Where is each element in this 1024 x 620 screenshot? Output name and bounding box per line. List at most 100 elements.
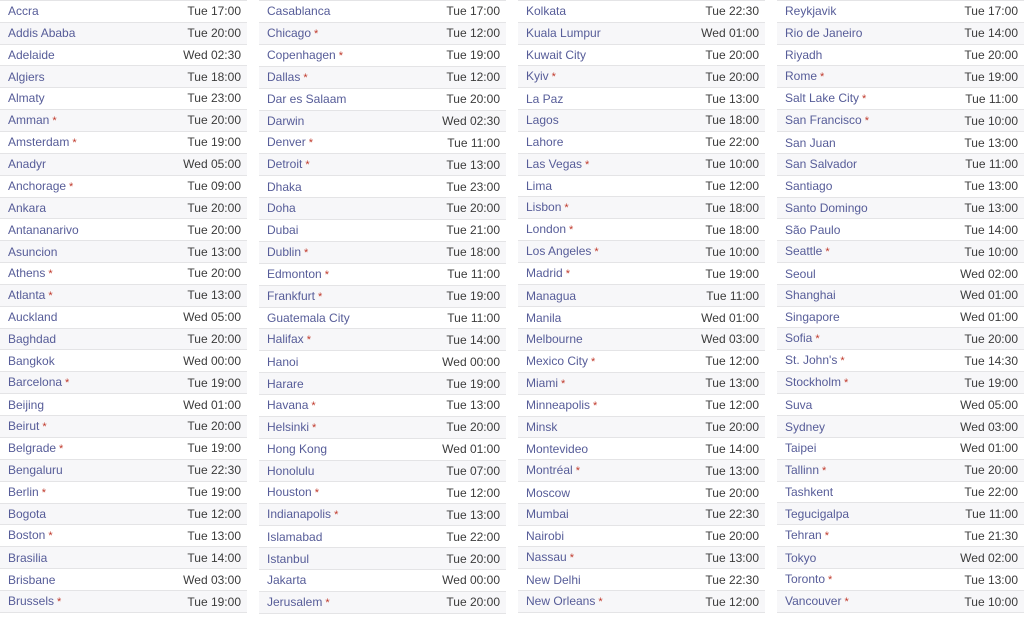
table-row[interactable]: Barcelona * Tue 19:00 (0, 371, 247, 395)
city-name-link[interactable]: Brasilia (8, 551, 47, 565)
city-cell[interactable]: Minsk (518, 415, 642, 439)
table-row[interactable]: Antananarivo Tue 20:00 (0, 218, 247, 242)
city-name-link[interactable]: Shanghai (785, 288, 836, 302)
city-cell[interactable]: Asuncion (0, 240, 124, 263)
city-cell[interactable]: Doha (259, 197, 383, 220)
city-name-link[interactable]: Sofia (785, 331, 812, 345)
city-name-link[interactable]: Tehran (785, 528, 822, 542)
table-row[interactable]: Guatemala City Tue 11:00 (259, 306, 506, 330)
city-cell[interactable]: Amsterdam * (0, 130, 124, 154)
city-cell[interactable]: Chicago * (259, 21, 383, 45)
city-cell[interactable]: Baghdad (0, 327, 124, 351)
city-name-link[interactable]: Asuncion (8, 245, 57, 259)
table-row[interactable]: Mumbai Tue 22:30 (518, 502, 765, 526)
table-row[interactable]: Melbourne Wed 03:00 (518, 327, 765, 351)
table-row[interactable]: San Francisco * Tue 10:00 (777, 109, 1024, 133)
table-row[interactable]: Tallinn * Tue 20:00 (777, 458, 1024, 482)
table-row[interactable]: Indianapolis * Tue 13:00 (259, 503, 506, 527)
city-cell[interactable]: Adelaide (0, 43, 124, 67)
table-row[interactable]: Bogota Tue 12:00 (0, 502, 247, 526)
table-row[interactable]: Halifax * Tue 14:00 (259, 328, 506, 352)
city-cell[interactable]: Havana * (259, 393, 383, 417)
city-cell[interactable]: Copenhagen * (259, 43, 383, 67)
city-name-link[interactable]: Beirut (8, 419, 39, 433)
city-cell[interactable]: Istanbul (259, 547, 383, 570)
table-row[interactable]: San Juan Tue 13:00 (777, 131, 1024, 155)
city-cell[interactable]: Lisbon * (518, 196, 642, 220)
city-cell[interactable]: Anchorage * (0, 174, 124, 198)
city-cell[interactable]: Manila (518, 306, 642, 329)
city-cell[interactable]: Taipei (777, 436, 901, 460)
city-name-link[interactable]: Jakarta (267, 573, 306, 587)
table-row[interactable]: Helsinki * Tue 20:00 (259, 415, 506, 439)
city-cell[interactable]: New Delhi (518, 568, 642, 592)
city-cell[interactable]: Shanghai (777, 283, 901, 307)
city-name-link[interactable]: Reykjavik (785, 4, 836, 18)
table-row[interactable]: Sofia * Tue 20:00 (777, 327, 1024, 351)
city-cell[interactable]: Berlin * (0, 480, 124, 504)
city-cell[interactable]: Almaty (0, 87, 124, 110)
city-cell[interactable]: Kolkata (518, 0, 642, 23)
city-cell[interactable]: Tallinn * (777, 458, 901, 482)
table-row[interactable]: Beirut * Tue 20:00 (0, 414, 247, 438)
city-name-link[interactable]: Tegucigalpa (785, 507, 849, 521)
table-row[interactable]: Madrid * Tue 19:00 (518, 262, 765, 286)
table-row[interactable]: Amsterdam * Tue 19:00 (0, 130, 247, 154)
city-name-link[interactable]: Moscow (526, 486, 570, 500)
city-cell[interactable]: San Francisco * (777, 109, 901, 133)
city-name-link[interactable]: Madrid (526, 266, 563, 280)
city-cell[interactable]: San Salvador (777, 153, 901, 176)
table-row[interactable]: Chicago * Tue 12:00 (259, 21, 506, 45)
city-name-link[interactable]: Kolkata (526, 4, 566, 18)
table-row[interactable]: Lima Tue 12:00 (518, 174, 765, 198)
table-row[interactable]: Asuncion Tue 13:00 (0, 240, 247, 263)
table-row[interactable]: Santiago Tue 13:00 (777, 174, 1024, 198)
city-name-link[interactable]: Bengaluru (8, 463, 63, 477)
city-cell[interactable]: Tehran * (777, 524, 901, 548)
city-cell[interactable]: Seattle * (777, 240, 901, 264)
city-cell[interactable]: Sofia * (777, 327, 901, 351)
table-row[interactable]: Moscow Tue 20:00 (518, 481, 765, 504)
table-row[interactable]: Honolulu Tue 07:00 (259, 459, 506, 483)
city-name-link[interactable]: Rome (785, 69, 817, 83)
table-row[interactable]: Manila Wed 01:00 (518, 306, 765, 329)
city-name-link[interactable]: Seoul (785, 267, 816, 281)
city-cell[interactable]: Houston * (259, 481, 383, 505)
table-row[interactable]: Tokyo Wed 02:00 (777, 546, 1024, 570)
table-row[interactable]: Nassau * Tue 13:00 (518, 546, 765, 570)
city-cell[interactable]: Brussels * (0, 590, 124, 614)
city-name-link[interactable]: Lahore (526, 135, 563, 149)
city-name-link[interactable]: Stockholm (785, 375, 841, 389)
table-row[interactable]: Stockholm * Tue 19:00 (777, 371, 1024, 395)
city-cell[interactable]: Bangkok (0, 349, 124, 373)
city-name-link[interactable]: Melbourne (526, 332, 583, 346)
city-cell[interactable]: Antananarivo (0, 218, 124, 242)
city-cell[interactable]: Los Angeles * (518, 240, 642, 264)
city-cell[interactable]: Kuala Lumpur (518, 21, 642, 45)
city-name-link[interactable]: Islamabad (267, 530, 322, 544)
table-row[interactable]: Kuala Lumpur Wed 01:00 (518, 21, 765, 45)
city-cell[interactable]: Mumbai (518, 502, 642, 526)
table-row[interactable]: Brisbane Wed 03:00 (0, 568, 247, 592)
table-row[interactable]: Denver * Tue 11:00 (259, 131, 506, 155)
table-row[interactable]: Copenhagen * Tue 19:00 (259, 43, 506, 67)
city-cell[interactable]: Helsinki * (259, 415, 383, 439)
table-row[interactable]: Los Angeles * Tue 10:00 (518, 240, 765, 264)
city-name-link[interactable]: Lima (526, 179, 552, 193)
city-name-link[interactable]: Rio de Janeiro (785, 26, 862, 40)
table-row[interactable]: Nairobi Tue 20:00 (518, 524, 765, 548)
table-row[interactable]: Minneapolis * Tue 12:00 (518, 393, 765, 417)
city-name-link[interactable]: Dhaka (267, 180, 302, 194)
city-cell[interactable]: Hanoi (259, 350, 383, 374)
city-name-link[interactable]: Darwin (267, 114, 304, 128)
table-row[interactable]: Addis Ababa Tue 20:00 (0, 21, 247, 45)
city-name-link[interactable]: San Salvador (785, 157, 857, 171)
city-name-link[interactable]: Istanbul (267, 552, 309, 566)
city-cell[interactable]: Ankara (0, 196, 124, 220)
city-cell[interactable]: Nassau * (518, 546, 642, 570)
city-name-link[interactable]: Berlin (8, 485, 39, 499)
city-cell[interactable]: São Paulo (777, 218, 901, 242)
city-cell[interactable]: Islamabad (259, 525, 383, 549)
city-cell[interactable]: Anadyr (0, 152, 124, 176)
table-row[interactable]: Montevideo Tue 14:00 (518, 437, 765, 461)
